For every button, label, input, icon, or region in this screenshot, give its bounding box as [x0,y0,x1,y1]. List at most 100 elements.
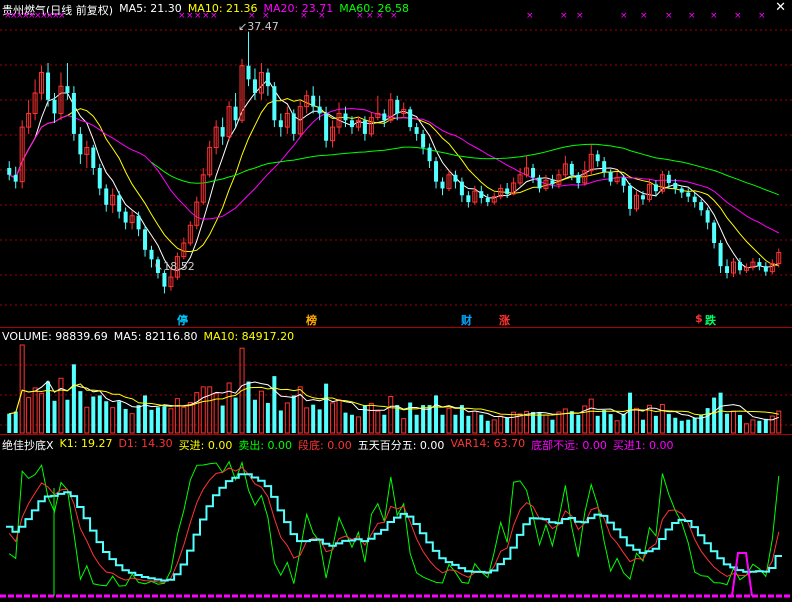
chart-canvas[interactable]: ×××××××××× × × × × × × × × × × × × × × × × × × × × × × × [0,0,792,602]
candle-body [725,266,730,273]
volume-bar [556,411,562,434]
candle-body [46,72,51,100]
candle-body [317,106,322,114]
volume-bar [258,390,264,434]
volume-bar [602,410,607,433]
volume-bar [576,414,581,433]
volume-bar [491,419,497,434]
volume-bar [511,411,517,434]
candle-body [763,266,768,272]
candle-body [686,192,691,197]
volume-bar [149,409,154,433]
volume-bar [640,419,645,433]
volume-bar [84,406,90,434]
oscillator-step-line [6,473,782,582]
volume-bar [233,397,238,433]
signal-cross: × [526,11,534,21]
volume-ma10: MA10: 84917.20 [203,330,295,343]
volume-bar [91,396,96,433]
event-marker-dividend[interactable]: $ [694,312,704,325]
volume-bar [97,395,102,433]
volume-bar [588,398,594,434]
volume-bar [330,402,336,434]
volume-bar [382,414,387,433]
volume-bar [375,410,381,434]
signal-cross: × [710,11,718,21]
candle-body [117,195,122,212]
candle-body [311,95,316,107]
volume-bar [336,399,342,434]
volume-bar [712,397,717,433]
candle-body [621,177,626,186]
candle-body [104,188,109,205]
event-marker-finance[interactable]: 财 [460,312,473,328]
candle-body [65,86,70,93]
signal-cross: × [640,11,648,21]
candle-body [395,99,400,114]
volume-bar [628,392,633,433]
volume-bar [679,420,684,433]
candle-body [136,215,141,230]
volume-bar [246,381,251,433]
volume-bar [187,402,193,434]
volume-bar [633,407,640,434]
sell-out-value: 卖出: 0.00 [238,439,293,452]
candle-body [692,196,697,203]
volume-bar [265,402,270,433]
indicator-lines [0,460,792,598]
volume-bar [725,413,730,433]
volume-bar [434,395,439,433]
signal-cross: × [186,11,194,21]
volume-bar [562,408,568,434]
candle-body [7,168,12,175]
volume-bar [659,403,665,434]
panel-divider-volume [0,434,792,435]
oscillator-k-line [8,466,780,583]
volume-bar [284,402,290,434]
volume-ma5: MA5: 82116.80 [113,330,198,343]
event-marker-fall[interactable]: 跌 [704,312,717,328]
volume-bar [686,419,691,433]
candle-body [162,273,167,287]
candle-body [421,133,426,148]
event-marker-halt[interactable]: 停 [176,312,189,328]
candle-body [673,183,678,189]
ma10-line [8,97,779,266]
volume-bar [653,415,658,433]
volume-bar [485,420,490,433]
candle-body [343,113,348,121]
volume-bar [459,405,464,433]
candle-body [414,127,419,134]
candle-body [666,174,671,183]
volume-bar [608,414,613,433]
panel-divider-price [0,327,792,328]
volume-bar [692,417,697,433]
volume-bars [7,344,782,434]
volume-bar [472,410,478,434]
volume-bar [174,398,180,434]
signal-cross: × [688,11,696,21]
candle-body [718,243,723,267]
candle-body [640,195,645,200]
event-marker-rise[interactable]: 涨 [498,312,511,328]
volume-bar [104,401,109,433]
volume-bar [401,418,407,434]
volume-bar [479,414,484,433]
volume-bar [110,407,116,434]
volume-bar [155,407,160,433]
candle-body [485,198,490,203]
signal-cross: × [318,11,326,21]
volume-bar [13,411,18,433]
indicator-header: 绝佳抄底X K1: 19.27 D1: 14.30 买进: 0.00 卖出: 0… [2,437,680,453]
volume-bar [595,415,600,433]
signal-cross: × [210,11,218,21]
volume-bar [569,411,574,433]
volume-bar [466,415,471,433]
candle-body [453,174,458,182]
candle-body [233,106,238,121]
event-marker-list[interactable]: 榜 [305,312,318,328]
candle-body [699,202,704,211]
candle-body [757,262,762,267]
signal-cross: × [376,11,384,21]
volume-bar [453,414,458,433]
